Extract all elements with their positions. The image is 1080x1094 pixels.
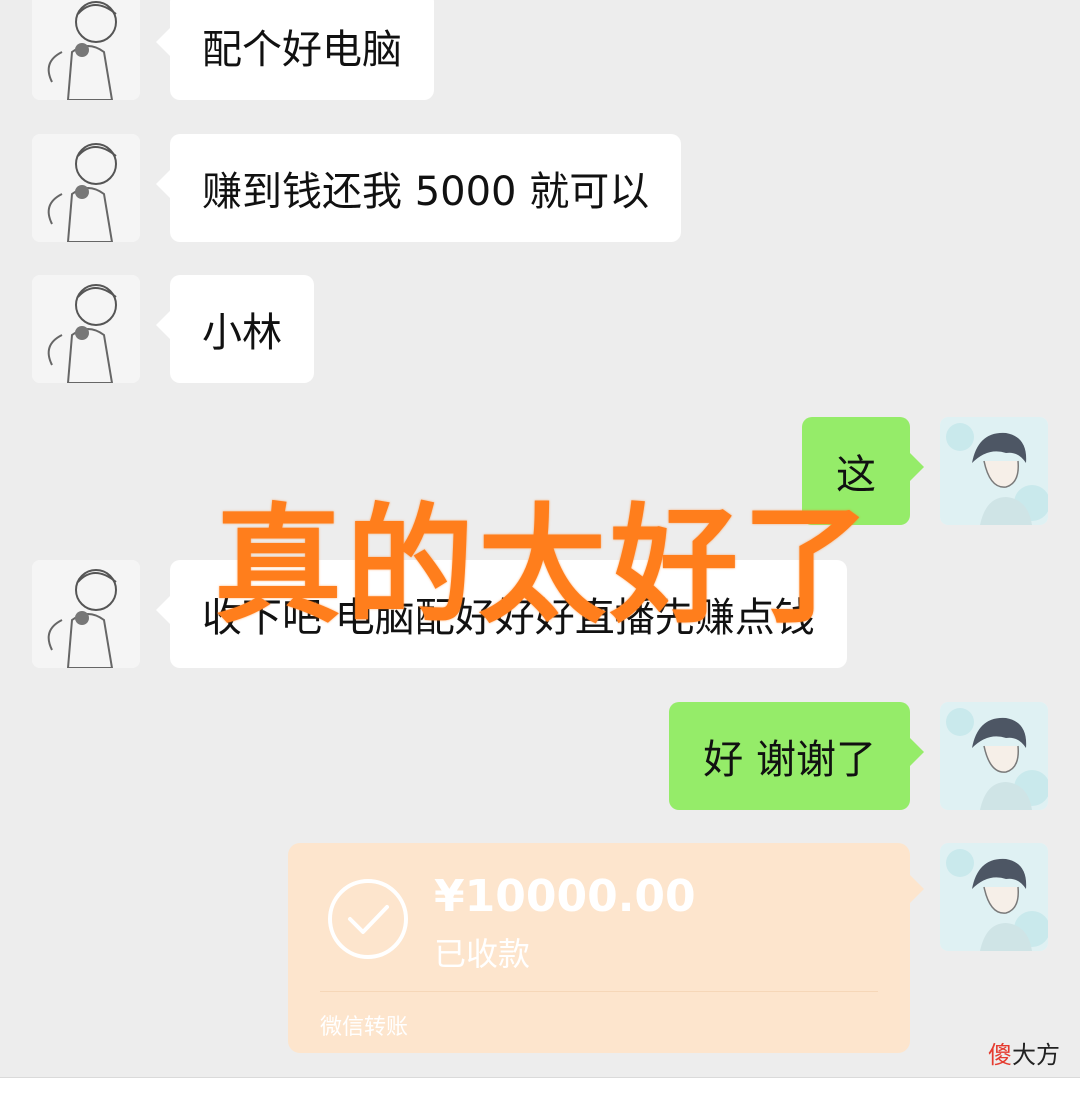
message-bubble[interactable]: 赚到钱还我 5000 就可以	[155, 134, 682, 242]
my-avatar[interactable]	[940, 843, 1048, 951]
overlay-caption: 真的太好了	[214, 492, 875, 641]
my-avatar[interactable]	[940, 702, 1048, 810]
transfer-status: 已收款	[434, 935, 531, 973]
message-text: 好 谢谢了	[703, 737, 876, 783]
transfer-divider	[320, 991, 878, 992]
message-text: 小林	[202, 310, 282, 356]
watermark-rest: 大方	[1012, 1041, 1060, 1069]
friend-avatar[interactable]	[32, 560, 140, 668]
message-bubble[interactable]: 小林	[156, 275, 314, 383]
transfer-amount: ¥10000.00	[434, 871, 696, 922]
check-circle-icon	[328, 879, 408, 959]
message-text: 配个好电脑	[202, 27, 402, 73]
friend-avatar[interactable]	[32, 275, 140, 383]
message-bubble[interactable]: 配个好电脑	[156, 0, 434, 100]
friend-avatar[interactable]	[32, 0, 140, 100]
bottom-bar	[0, 1077, 1080, 1094]
watermark: 傻大方	[988, 1035, 1060, 1070]
transfer-label: 微信转账	[320, 1015, 409, 1040]
my-avatar[interactable]	[940, 417, 1048, 525]
message-bubble[interactable]: 好 谢谢了	[669, 702, 924, 810]
watermark-first-char: 傻	[988, 1041, 1012, 1069]
friend-avatar[interactable]	[32, 134, 140, 242]
wechat-transfer-card[interactable]: ¥10000.00 已收款 微信转账	[288, 843, 924, 1053]
message-text: 赚到钱还我 5000 就可以	[202, 169, 650, 215]
